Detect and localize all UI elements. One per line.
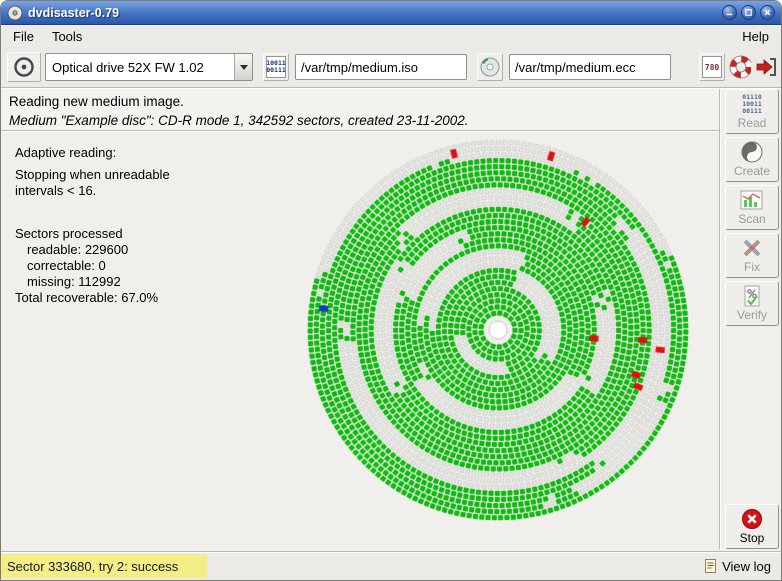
maximize-icon <box>743 7 754 18</box>
sidebar-separator <box>719 89 721 549</box>
image-file-input[interactable] <box>295 54 467 80</box>
close-button[interactable] <box>760 5 775 20</box>
status-heading: Reading new medium image. Medium "Exampl… <box>1 89 719 130</box>
spiral-canvas <box>302 134 694 526</box>
preferences-icon: 780 <box>702 56 722 78</box>
stop-button[interactable]: Stop <box>725 504 779 549</box>
menu-tools[interactable]: Tools <box>43 27 91 46</box>
minimize-icon <box>724 7 735 18</box>
lifebelt-help-icon <box>729 55 751 79</box>
create-label: Create <box>734 164 770 178</box>
total-recoverable: Total recoverable: 67.0% <box>15 290 265 306</box>
view-log-button[interactable]: View log <box>704 556 771 576</box>
ecc-file-input[interactable] <box>509 54 671 80</box>
fix-label: Fix <box>744 260 760 274</box>
create-button[interactable]: Create <box>725 137 779 182</box>
sectors-title: Sectors processed <box>15 226 265 242</box>
drive-button[interactable] <box>7 52 41 82</box>
sectors-missing: missing: 112992 <box>15 274 265 290</box>
status-message: Sector 333680, try 2: success <box>1 554 207 578</box>
preferences-button[interactable]: 780 <box>699 53 725 81</box>
adaptive-title: Adaptive reading: <box>15 145 265 161</box>
scan-icon <box>740 190 764 211</box>
titlebar[interactable]: dvdisaster-0.79 <box>1 1 781 25</box>
drive-select[interactable]: Optical drive 52X FW 1.02 <box>45 53 253 81</box>
maximize-button[interactable] <box>741 5 756 20</box>
adaptive-reading-panel: Adaptive reading: Stopping when unreadab… <box>15 145 265 306</box>
drive-select-arrow <box>234 54 252 80</box>
drive-icon <box>12 55 36 79</box>
operation-status-text: Reading new medium image. <box>9 92 719 111</box>
verify-label: Verify <box>737 308 767 322</box>
sectors-correctable: correctable: 0 <box>15 258 265 274</box>
app-icon <box>7 5 23 21</box>
read-button[interactable]: 01110 10011 00111 Read <box>725 89 779 134</box>
scan-label: Scan <box>738 212 765 226</box>
ecc-file-button[interactable] <box>477 53 503 81</box>
sectors-readable: readable: 229600 <box>15 242 265 258</box>
app-window: dvdisaster-0.79 File Tools Help Opt <box>0 0 782 581</box>
window-controls <box>718 5 775 20</box>
stop-icon <box>741 508 763 530</box>
fix-icon <box>741 237 763 259</box>
help-button[interactable] <box>728 53 752 81</box>
close-icon <box>762 7 773 18</box>
stopping-line1: Stopping when unreadable <box>15 167 265 183</box>
verify-icon <box>742 285 762 307</box>
read-label: Read <box>738 116 767 130</box>
quit-button[interactable] <box>754 53 780 81</box>
window-title: dvdisaster-0.79 <box>28 6 119 20</box>
stop-label: Stop <box>740 531 765 545</box>
menubar: File Tools Help <box>1 26 781 47</box>
statusbar: Sector 333680, try 2: success View log <box>1 553 781 580</box>
image-file-icon: 10011 00111 <box>266 56 286 78</box>
ecc-file-icon <box>479 56 501 78</box>
toolbar: Optical drive 52X FW 1.02 10011 00111 78… <box>1 47 781 87</box>
image-file-button[interactable]: 10011 00111 <box>263 53 289 81</box>
fix-button[interactable]: Fix <box>725 233 779 278</box>
minimize-button[interactable] <box>722 5 737 20</box>
view-log-label: View log <box>722 559 771 574</box>
scan-button[interactable]: Scan <box>725 185 779 230</box>
chevron-down-icon <box>240 65 248 70</box>
menu-help[interactable]: Help <box>733 27 778 46</box>
menu-file[interactable]: File <box>4 27 43 46</box>
medium-info-text: Medium "Example disc": CD-R mode 1, 3425… <box>9 111 719 130</box>
read-icon: 01110 10011 00111 <box>742 94 762 115</box>
quit-icon <box>755 55 779 79</box>
drive-select-value: Optical drive 52X FW 1.02 <box>46 54 234 80</box>
view-log-icon <box>704 558 718 574</box>
heading-separator <box>1 130 719 132</box>
verify-button[interactable]: Verify <box>725 281 779 326</box>
stopping-line2: intervals < 16. <box>15 183 265 199</box>
create-icon <box>741 141 763 163</box>
